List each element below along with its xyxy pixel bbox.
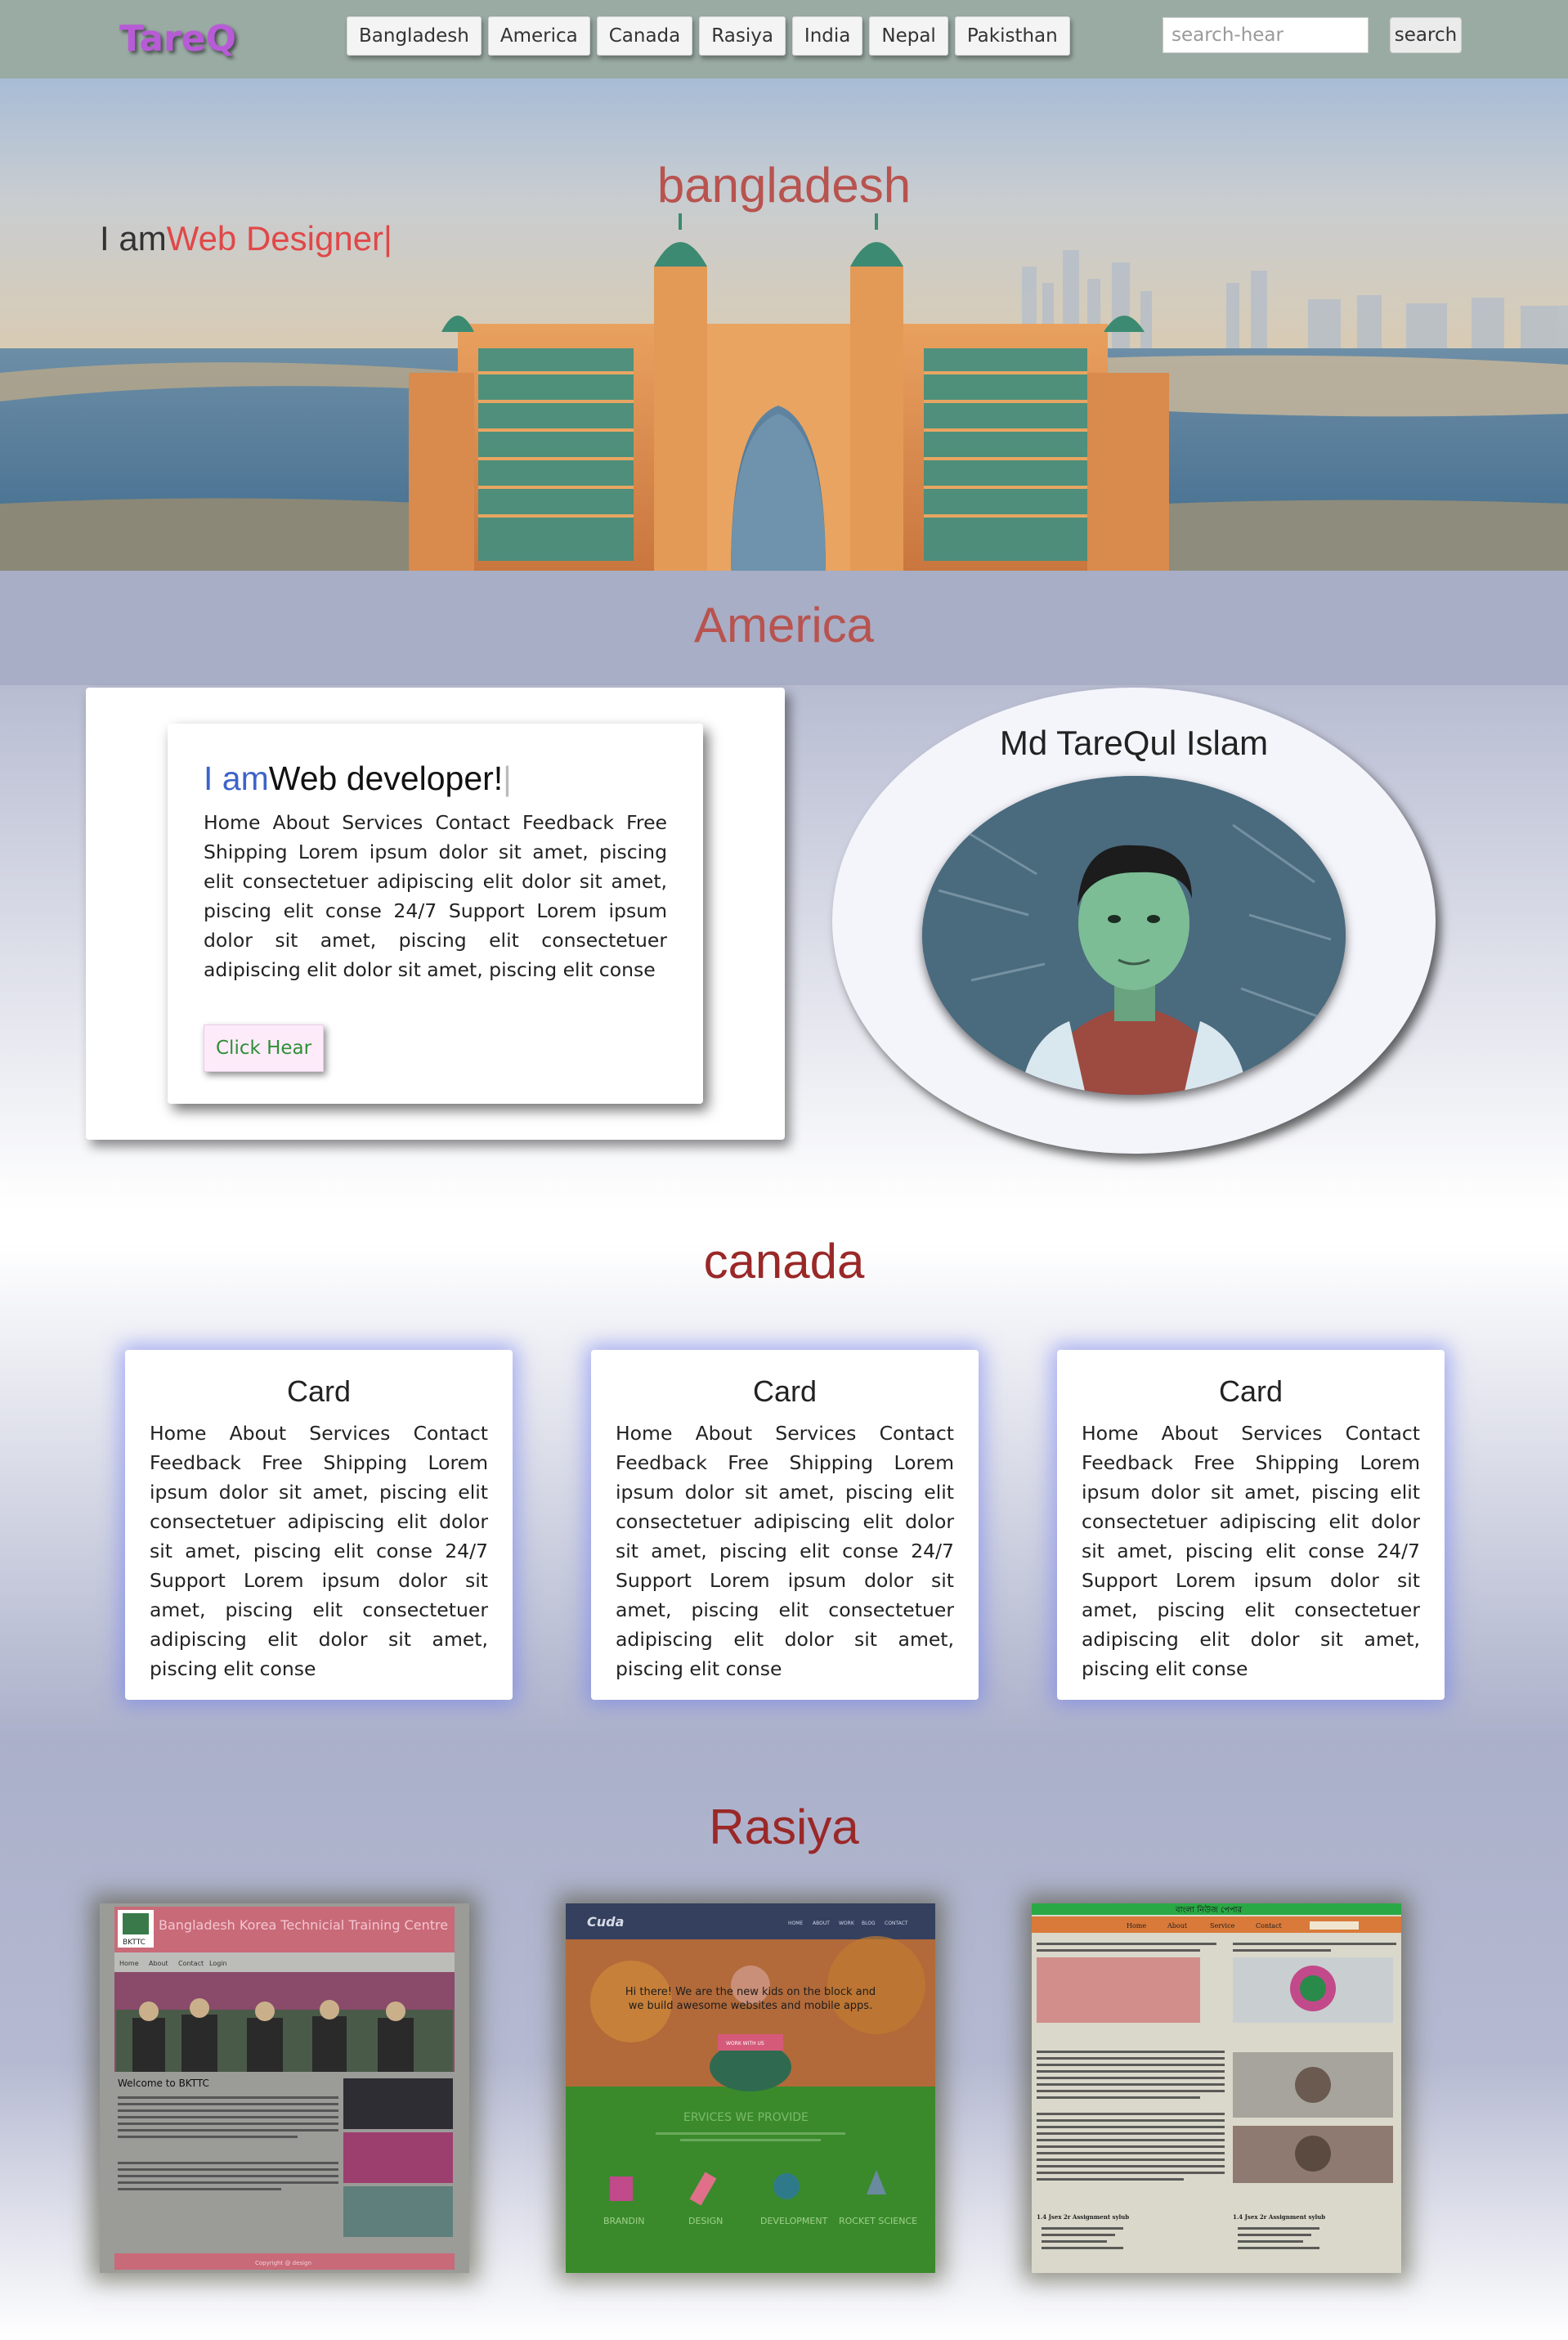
card-title: Card [286,1374,352,1408]
bkttc-preview-image: BKTTC Bangladesh Korea Technicial Traini… [100,1903,469,2273]
newspaper-nav-2: Service [1210,1922,1235,1930]
profile-photo [922,776,1346,1095]
bkttc-brand: BKTTC [123,1939,146,1947]
nav-item-america[interactable]: America [487,16,590,56]
developer-heading-prefix: I am [204,760,269,797]
nav-item-rasiya[interactable]: Rasiya [699,16,786,56]
nav-item-nepal[interactable]: Nepal [869,16,948,56]
card-text: Home About Services Contact Feedback Fre… [150,1422,488,1680]
cuda-brand: Cuda [587,1914,624,1930]
card-text: Home About Services Contact Feedback Fre… [616,1422,954,1680]
developer-card: I amWeb developer!| Home About Services … [168,724,703,1104]
cuda-service-1: DESIGN [688,2216,723,2226]
navbar: TareQ Bangladesh America Canada Rasiya I… [0,0,1568,78]
project-screenshot-bkttc[interactable]: BKTTC Bangladesh Korea Technicial Traini… [100,1903,469,2273]
newspaper-nav-1: About [1167,1922,1188,1930]
nav-item-bangladesh[interactable]: Bangladesh [347,16,482,56]
nav-item-pakisthan[interactable]: Pakisthan [954,16,1070,56]
cuda-service-2: DEVELOPMENT [760,2216,828,2226]
cuda-hero-button: WORK WITH US [726,2041,764,2046]
hero-typed-word: Web Designer| [166,219,392,258]
bkttc-nav-0: Home [119,1960,139,1967]
project-screenshot-cuda[interactable]: Cuda HOME ABOUT WORK BLOG CONTACT Hi the… [566,1903,935,2273]
search-button[interactable]: search [1390,17,1462,53]
bkttc-nav-2: Contact [178,1960,204,1967]
profile-name: Md TareQul Islam [999,724,1269,762]
developer-description: Home About Services Contact Feedback Fre… [204,811,667,981]
cuda-services-title: ERVICES WE PROVIDE [683,2111,809,2124]
newspaper-header: বাংলা নিউজ পেপার [1175,1904,1243,1915]
search-input[interactable]: search-hear [1163,17,1369,53]
section-title-rasiya: Rasiya [709,1800,859,1854]
hero-typed-prefix: I am [100,219,167,258]
bkttc-footer: Copyright @ design [255,2260,311,2266]
cuda-service-3: ROCKET SCIENCE [839,2216,917,2226]
profile-card: Md TareQul Islam [832,688,1436,1154]
nav-item-canada[interactable]: Canada [596,16,693,56]
card-2: Card Home About Services Contact Feedbac… [591,1350,979,1700]
bkttc-welcome: Welcome to BKTTC [118,2078,209,2089]
typing-cursor: | [503,760,512,797]
cuda-nav-1: ABOUT [813,1921,830,1926]
newspaper-preview-image: বাংলা নিউজ পেপার Home About Service Cont… [1032,1903,1401,2273]
card-1: Card Home About Services Contact Feedbac… [125,1350,513,1700]
newspaper-section-left: 1.4 Jsex 2r Assignment sylub [1037,2213,1129,2221]
cuda-nav-3: BLOG [862,1921,876,1926]
developer-card-container: I amWeb developer!| Home About Services … [86,688,785,1140]
site-logo[interactable]: TareQ [119,18,236,60]
nav-item-india[interactable]: India [791,16,863,56]
developer-heading: I amWeb developer!| [204,760,667,798]
card-title: Card [752,1374,818,1408]
bkttc-header: Bangladesh Korea Technicial Training Cen… [159,1917,448,1933]
nav-list: Bangladesh America Canada Rasiya India N… [347,16,1070,56]
cuda-nav-4: CONTACT [885,1921,908,1926]
profile-portrait-image [922,776,1346,1095]
newspaper-nav-3: Contact [1256,1922,1283,1930]
hero-typed-text: I amWeb Designer| [100,219,392,258]
section-title-america: America [693,598,875,652]
bkttc-nav-1: About [149,1960,168,1967]
cuda-nav-0: HOME [788,1921,803,1926]
hero-banner: bangladesh I amWeb Designer| [0,78,1568,571]
developer-heading-word: Web developer! [268,760,504,797]
card-text: Home About Services Contact Feedback Fre… [1082,1422,1420,1680]
bkttc-nav-3: Login [209,1960,227,1967]
cuda-service-0: BRANDIN [603,2216,644,2226]
project-screenshot-newspaper[interactable]: বাংলা নিউজ পেপার Home About Service Cont… [1032,1903,1401,2273]
cuda-nav-2: WORK [839,1921,855,1926]
newspaper-section-right: 1.4 Jsex 2r Assignment sylub [1233,2213,1325,2221]
click-hear-button[interactable]: Click Hear [204,1024,325,1072]
hero-background-image [0,78,1568,571]
newspaper-nav-0: Home [1127,1922,1146,1930]
card-3: Card Home About Services Contact Feedbac… [1057,1350,1445,1700]
cuda-preview-image: Cuda HOME ABOUT WORK BLOG CONTACT Hi the… [566,1903,935,2273]
cuda-hero-text: Hi there! We are the new kids on the blo… [625,1986,876,2012]
section-title-canada: canada [703,1234,865,1289]
card-title: Card [1218,1374,1284,1408]
hero-title: bangladesh [656,158,912,213]
